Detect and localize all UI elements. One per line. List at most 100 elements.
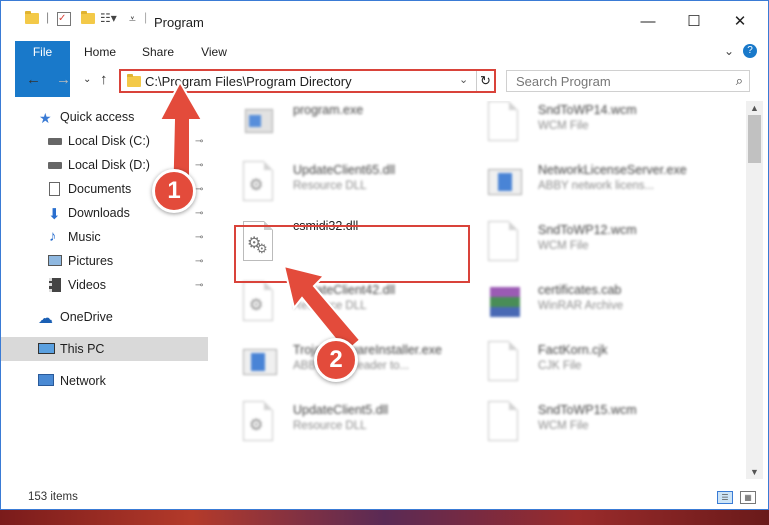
file-item[interactable]: certificates.cab WinRAR Archive <box>476 275 716 331</box>
recent-locations-button[interactable]: ⌄ <box>83 74 91 85</box>
sidebar-item-label: This PC <box>60 342 105 356</box>
file-type: Resource DLL <box>293 420 367 432</box>
file-icon <box>488 101 522 143</box>
tab-share[interactable]: Share <box>135 41 181 63</box>
scroll-down-icon[interactable]: ▼ <box>750 467 759 477</box>
documents-icon <box>49 182 60 196</box>
sidebar-item-label: Downloads <box>68 206 130 220</box>
vertical-scrollbar[interactable]: ▲ ▼ <box>746 101 763 479</box>
details-view-icon[interactable]: ☰ <box>717 491 733 504</box>
close-button[interactable]: ✕ <box>717 1 763 41</box>
file-item[interactable]: ⚙ UpdateClient65.dll Resource DLL <box>231 155 471 211</box>
music-icon: ♪ <box>49 228 57 245</box>
file-name: SndToWP12.wcm <box>538 223 637 237</box>
dll-icon: ⚙ <box>243 161 277 203</box>
folder-icon <box>127 74 141 87</box>
sidebar-item-label: OneDrive <box>60 310 113 324</box>
file-type: Resource DLL <box>293 180 367 192</box>
scroll-up-icon[interactable]: ▲ <box>750 103 759 113</box>
drive-icon <box>48 138 62 145</box>
file-type: WinRAR Archive <box>538 300 623 312</box>
back-button[interactable]: ← <box>26 71 41 88</box>
separator: | <box>144 10 148 24</box>
search-icon[interactable]: ⌕ <box>736 73 743 89</box>
file-item[interactable]: FactKorn.cjk CJK File <box>476 335 716 391</box>
file-item[interactable]: SndToWP14.wcm WCM File <box>476 101 716 151</box>
pin-icon[interactable]: ⊸ <box>195 256 203 267</box>
help-icon[interactable]: ? <box>743 44 757 58</box>
videos-icon <box>49 278 61 292</box>
pictures-icon <box>48 255 62 266</box>
file-name: program.exe <box>293 103 364 117</box>
drive-icon <box>48 162 62 169</box>
tab-home[interactable]: Home <box>77 41 123 63</box>
sidebar-item-label: Pictures <box>68 254 114 268</box>
exe-icon <box>243 101 277 143</box>
large-icons-view-icon[interactable]: ▦ <box>740 491 756 504</box>
maximize-button[interactable]: ☐ <box>671 1 717 41</box>
file-name: SndToWP15.wcm <box>538 403 637 417</box>
archive-icon <box>488 281 522 323</box>
customize-toolbar-icon[interactable]: ☷▾ <box>100 11 117 25</box>
title-bar: | ✓ ☷▾ ⩡ | Program — ☐ ✕ <box>1 1 768 41</box>
explorer-window: | ✓ ☷▾ ⩡ | Program — ☐ ✕ File Home Share… <box>0 0 769 510</box>
sidebar-item-this-pc[interactable]: This PC <box>1 337 208 361</box>
up-button[interactable]: ↑ <box>100 71 108 88</box>
file-name: NetworkLicenseServer.exe <box>538 163 687 177</box>
file-icon <box>488 341 522 383</box>
quick-access-dropdown-icon[interactable]: ⩡ <box>129 12 136 27</box>
sidebar-item-label: Videos <box>68 278 106 292</box>
network-icon <box>38 374 54 386</box>
file-type: CJK File <box>538 360 582 372</box>
dll-icon: ⚙ <box>243 281 277 323</box>
scroll-thumb[interactable] <box>748 115 761 163</box>
file-item[interactable]: program.exe <box>231 101 471 151</box>
sidebar-item-label: Local Disk (C:) <box>68 134 150 148</box>
sidebar-item-onedrive[interactable]: ☁ OneDrive <box>1 305 208 329</box>
tab-view[interactable]: View <box>193 41 235 63</box>
search-input[interactable]: Search Program ⌕ <box>506 70 750 92</box>
forward-button[interactable]: → <box>56 71 71 88</box>
properties-icon[interactable]: ✓ <box>57 12 71 26</box>
file-item[interactable]: SndToWP15.wcm WCM File <box>476 395 716 451</box>
sidebar-item-pictures[interactable]: Pictures ⊸ <box>1 249 208 273</box>
status-bar: 153 items ☰ ▦ <box>1 485 768 509</box>
folder-icon <box>25 11 39 24</box>
navigation-bar: ← → ⌄ ↑ C:\Program Files\Program Directo… <box>1 63 768 99</box>
separator: | <box>46 10 50 24</box>
file-type: WCM File <box>538 240 589 252</box>
expand-ribbon-icon[interactable]: ⌄ <box>724 44 734 58</box>
sidebar-item-label: Network <box>60 374 106 388</box>
file-type: WCM File <box>538 120 589 132</box>
search-placeholder: Search Program <box>516 74 611 89</box>
ribbon-tabs: File Home Share View ⌄ ? <box>1 41 768 97</box>
exe-icon <box>488 161 522 203</box>
sidebar-item-network[interactable]: Network <box>1 369 208 393</box>
window-title: Program <box>154 15 204 30</box>
minimize-button[interactable]: — <box>625 1 671 41</box>
computer-icon <box>38 343 55 354</box>
sidebar-item-label: Documents <box>68 182 132 196</box>
file-icon <box>488 401 522 443</box>
refresh-button[interactable]: ↻ <box>476 71 494 91</box>
item-count: 153 items <box>28 491 78 503</box>
cloud-icon: ☁ <box>38 310 53 327</box>
sidebar-item-label: Quick access <box>60 110 135 124</box>
file-item[interactable]: NetworkLicenseServer.exe ABBY network li… <box>476 155 716 211</box>
file-name: UpdateClient5.dll <box>293 403 389 417</box>
file-item[interactable]: SndToWP12.wcm WCM File <box>476 215 716 271</box>
sidebar-item-label: Music <box>68 230 101 244</box>
dll-icon: ⚙ <box>243 401 277 443</box>
new-folder-icon[interactable] <box>81 11 95 24</box>
file-name: certificates.cab <box>538 283 622 297</box>
file-name: FactKorn.cjk <box>538 343 608 357</box>
sidebar-item-videos[interactable]: Videos ⊸ <box>1 273 208 297</box>
sidebar-item-label: Local Disk (D:) <box>68 158 150 172</box>
pin-icon[interactable]: ⊸ <box>195 232 203 243</box>
file-name: SndToWP14.wcm <box>538 103 637 117</box>
pin-icon[interactable]: ⊸ <box>195 280 203 291</box>
file-item[interactable]: ⚙ UpdateClient5.dll Resource DLL <box>231 395 471 451</box>
address-dropdown-icon[interactable]: ⌄ <box>459 73 468 86</box>
star-icon: ★ <box>39 110 52 126</box>
sidebar-item-music[interactable]: ♪ Music ⊸ <box>1 225 208 249</box>
